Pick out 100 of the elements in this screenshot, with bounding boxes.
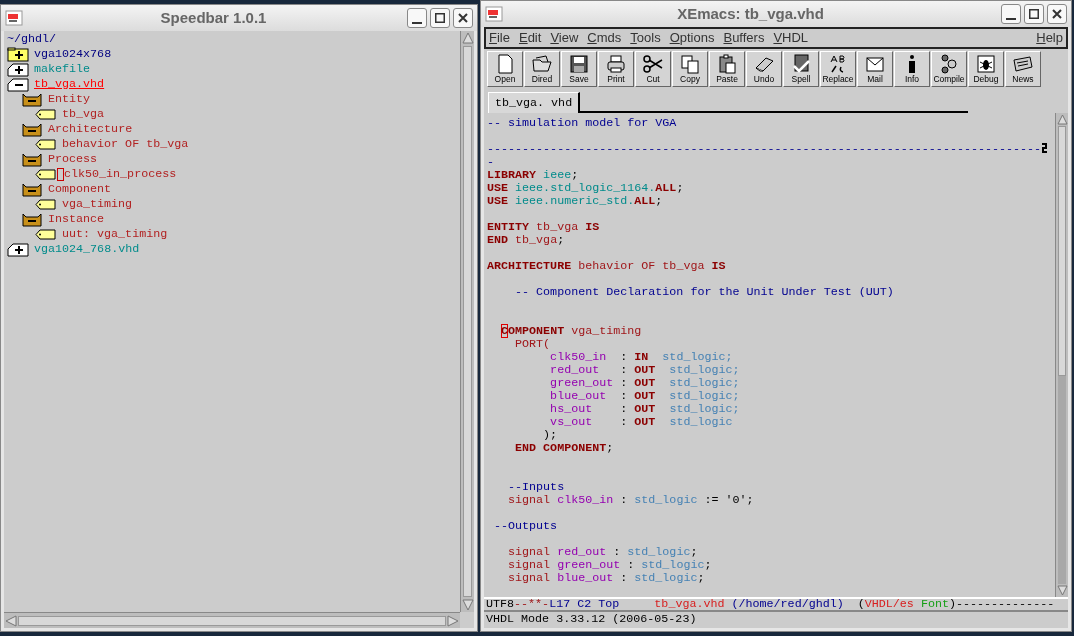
toolbar-button[interactable]: Debug bbox=[968, 51, 1004, 87]
toolbar-button[interactable]: Open bbox=[487, 51, 523, 87]
book-check-icon bbox=[791, 54, 811, 74]
file-label[interactable]: vga1024x768 bbox=[34, 47, 112, 62]
tag-icon bbox=[35, 197, 57, 212]
tag-icon bbox=[35, 167, 57, 182]
tag-icon bbox=[35, 227, 57, 242]
vertical-scrollbar[interactable] bbox=[1055, 113, 1068, 597]
toolbar-button[interactable]: Mail bbox=[857, 51, 893, 87]
toolbar-button[interactable]: Paste bbox=[709, 51, 745, 87]
toolbar-button[interactable]: Spell bbox=[783, 51, 819, 87]
code-line: red_out : OUT std_logic; bbox=[549, 363, 740, 376]
scroll-right-icon bbox=[446, 613, 460, 628]
toolbar-button[interactable]: Info bbox=[894, 51, 930, 87]
close-icon bbox=[458, 13, 468, 23]
tag-label[interactable]: clk50_in_process bbox=[64, 167, 177, 182]
tag-label[interactable]: uut: vga_timing bbox=[62, 227, 168, 242]
minimize-icon bbox=[412, 22, 422, 24]
code-line: LIBRARY ieee; bbox=[487, 168, 579, 181]
code-line: ------------------------------------------------------------------------------- bbox=[487, 142, 1042, 155]
minimize-button[interactable] bbox=[1001, 4, 1021, 24]
menu-item[interactable]: Edit bbox=[518, 28, 542, 48]
code-line: END COMPONENT; bbox=[514, 441, 614, 454]
app-icon bbox=[485, 6, 503, 22]
horizontal-scrollbar[interactable] bbox=[4, 612, 460, 628]
menu-item[interactable]: Buffers bbox=[723, 28, 765, 48]
toolbar-button[interactable]: Save bbox=[561, 51, 597, 87]
code-line: signal blue_out : std_logic; bbox=[507, 571, 705, 584]
code-line: --Outputs bbox=[493, 519, 558, 532]
box-minus-icon bbox=[21, 182, 43, 197]
window-title: Speedbar 1.0.1 bbox=[159, 7, 268, 28]
code-line: green_out : OUT std_logic; bbox=[549, 376, 740, 389]
code-line: signal red_out : std_logic; bbox=[507, 545, 698, 558]
code-line: -- Component Declaration for the Unit Under Test (UUT) bbox=[514, 285, 894, 298]
gears-icon bbox=[939, 54, 959, 74]
minimize-button[interactable] bbox=[407, 8, 427, 28]
menu-item[interactable]: VHDL bbox=[773, 28, 809, 48]
toolbar-button[interactable]: Copy bbox=[672, 51, 708, 87]
code-line: USE ieee.numeric_std.ALL; bbox=[487, 194, 663, 207]
echo-area-text: VHDL Mode 3.33.12 (2006-05-23) bbox=[484, 612, 1068, 628]
group-label[interactable]: Process bbox=[48, 152, 98, 167]
maximize-button[interactable] bbox=[1024, 4, 1044, 24]
code-line: signal clk50_in : std_logic := '0'; bbox=[507, 493, 754, 506]
code-line: END tb_vga; bbox=[487, 233, 565, 246]
group-label[interactable]: Entity bbox=[48, 92, 91, 107]
toolbar-button[interactable]: Replace bbox=[820, 51, 856, 87]
close-button[interactable] bbox=[1047, 4, 1067, 24]
maximize-icon bbox=[1029, 9, 1039, 19]
tag-label[interactable]: tb_vga bbox=[62, 107, 105, 122]
tag-label[interactable]: behavior OF tb_vga bbox=[62, 137, 189, 152]
printer-icon bbox=[606, 54, 626, 74]
code-line: USE ieee.std_logic_1164.ALL; bbox=[487, 181, 684, 194]
maximize-icon bbox=[435, 13, 445, 23]
code-line: signal green_out : std_logic; bbox=[507, 558, 712, 571]
box-minus-icon bbox=[21, 212, 43, 227]
group-label[interactable]: Architecture bbox=[48, 122, 133, 137]
box-minus-icon bbox=[21, 92, 43, 107]
tag-icon bbox=[35, 137, 57, 152]
group-label[interactable]: Instance bbox=[48, 212, 105, 227]
document-icon bbox=[495, 54, 515, 74]
folder-icon bbox=[532, 54, 552, 74]
window-title: XEmacs: tb_vga.vhd bbox=[676, 3, 825, 24]
code-line: -- simulation model for VGA bbox=[487, 116, 677, 129]
code-line: --Inputs bbox=[507, 480, 565, 493]
menu-item[interactable]: Tools bbox=[630, 28, 661, 48]
vertical-scrollbar[interactable] bbox=[460, 31, 474, 612]
close-icon bbox=[1052, 9, 1062, 19]
code-line: ENTITY tb_vga IS bbox=[487, 220, 600, 233]
app-icon bbox=[5, 10, 23, 26]
code-line: vs_out : OUT std_logic bbox=[549, 415, 733, 428]
toolbar-button[interactable]: Print bbox=[598, 51, 634, 87]
buffer-tab[interactable]: tb_vga. vhd bbox=[488, 92, 581, 113]
replace-letters-icon bbox=[828, 54, 848, 74]
menu-item[interactable]: File bbox=[489, 28, 510, 48]
toolbar-button[interactable]: Cut bbox=[635, 51, 671, 87]
tag-label[interactable]: vga_timing bbox=[62, 197, 133, 212]
menu-item[interactable]: View bbox=[550, 28, 579, 48]
toolbar-button[interactable]: Undo bbox=[746, 51, 782, 87]
code-line: - bbox=[487, 155, 494, 168]
menu-item[interactable]: Cmds bbox=[587, 28, 622, 48]
code-line: ); bbox=[542, 428, 558, 441]
close-button[interactable] bbox=[453, 8, 473, 28]
menu-item[interactable]: Options bbox=[669, 28, 715, 48]
toolbar-button[interactable]: Compile bbox=[931, 51, 967, 87]
envelope-icon bbox=[865, 54, 885, 74]
newspaper-icon bbox=[1013, 54, 1033, 74]
toolbar-button[interactable]: News bbox=[1005, 51, 1041, 87]
minimize-icon bbox=[1006, 18, 1016, 20]
bug-icon bbox=[976, 54, 996, 74]
code-line: ARCHITECTURE behavior OF tb_vga IS bbox=[487, 259, 726, 272]
directory-path: ~/ghdl/ bbox=[7, 32, 58, 47]
toolbar-button[interactable]: Dired bbox=[524, 51, 560, 87]
group-label[interactable]: Component bbox=[48, 182, 112, 197]
mode-line-text: UTF8--**-L17 C2 Top tb_vga.vhd (/home/red/ghdl) (VHDL/es Font)-------------- bbox=[486, 597, 1055, 612]
maximize-button[interactable] bbox=[430, 8, 450, 28]
clipboard-icon bbox=[717, 54, 737, 74]
code-line: blue_out : OUT std_logic; bbox=[549, 389, 740, 402]
code-line: clk50_in : IN std_logic; bbox=[549, 350, 733, 363]
scroll-left-icon bbox=[4, 613, 18, 628]
menu-item[interactable]: Help bbox=[1036, 28, 1063, 48]
